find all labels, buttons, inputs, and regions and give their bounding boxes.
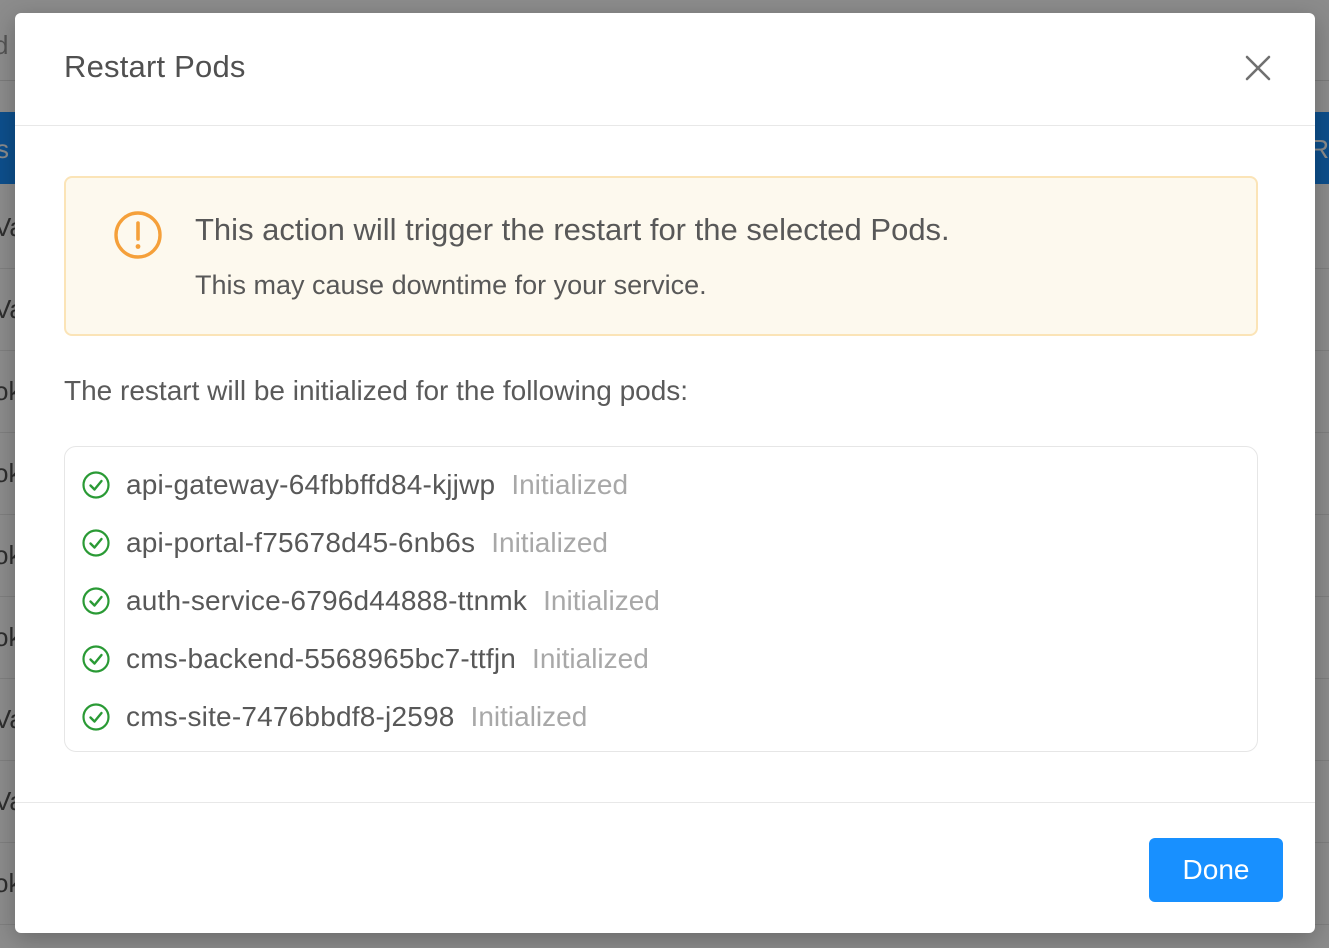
check-circle-icon [82, 529, 110, 557]
warning-alert: This action will trigger the restart for… [64, 176, 1258, 336]
pod-status: Initialized [470, 701, 588, 732]
pod-list-item: auth-service-6796d44888-ttnmk Initialize… [81, 581, 660, 621]
pod-name: api-portal-f75678d45-6nb6s [126, 527, 476, 558]
exclamation-circle-icon [114, 211, 162, 259]
pod-status: Initialized [532, 643, 649, 674]
pod-list-item: api-portal-f75678d45-6nb6s Initialized [81, 523, 608, 563]
pod-list-item: api-gateway-64fbbffd84-kjjwp Initialized [81, 465, 628, 505]
close-icon [1245, 55, 1271, 81]
check-circle-icon [82, 703, 110, 731]
alert-title: This action will trigger the restart for… [195, 212, 950, 247]
pods-intro-text: The restart will be initialized for the … [64, 375, 689, 406]
pod-name: cms-site-7476bbdf8-j2598 [126, 701, 455, 732]
pod-list: api-gateway-64fbbffd84-kjjwp Initialized… [64, 446, 1258, 752]
restart-pods-modal: Restart Pods This action will trigger th… [15, 13, 1315, 933]
check-circle-icon [82, 645, 110, 673]
done-button[interactable]: Done [1149, 838, 1283, 902]
pod-list-item: cms-backend-5568965bc7-ttfjn Initialized [81, 639, 649, 679]
pod-name: cms-backend-5568965bc7-ttfjn [126, 643, 517, 674]
check-circle-icon [82, 587, 110, 615]
pod-name: auth-service-6796d44888-ttnmk [126, 585, 528, 616]
close-button[interactable] [1241, 51, 1275, 85]
modal-title: Restart Pods [64, 49, 246, 84]
pod-status: Initialized [543, 585, 660, 616]
alert-description: This may cause downtime for your service… [195, 270, 707, 300]
pod-list-item: cms-site-7476bbdf8-j2598 Initialized [81, 697, 587, 737]
check-circle-icon [82, 471, 110, 499]
pod-name: api-gateway-64fbbffd84-kjjwp [126, 469, 496, 500]
pod-status: Initialized [491, 527, 608, 558]
modal-header: Restart Pods [15, 13, 1315, 126]
pod-status: Initialized [511, 469, 629, 500]
modal-footer: Done [15, 802, 1315, 934]
